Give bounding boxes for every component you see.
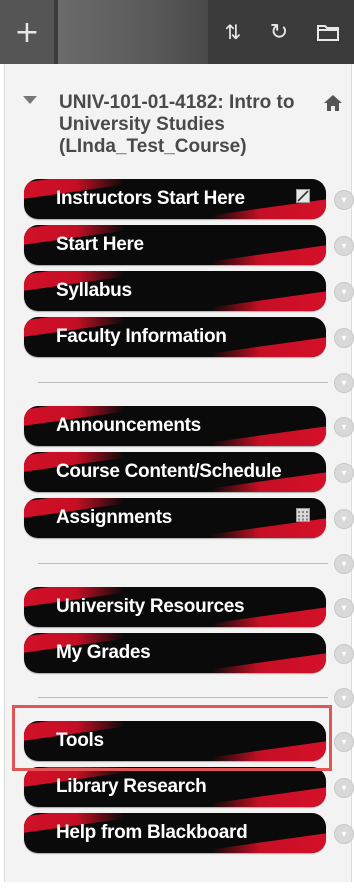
course-title: UNIV-101-01-4182: Intro to University St… [59,92,295,157]
home-icon[interactable] [323,94,343,112]
chevron-down-icon[interactable]: ▾ [334,778,354,798]
nav-item-start-here[interactable]: Start Here [24,225,326,265]
nav-item-label: Help from Blackboard [56,822,248,843]
sort-icon[interactable]: ⇅ [210,0,256,64]
chevron-down-icon[interactable]: ▾ [334,598,354,618]
nav-item-announcements[interactable]: Announcements [24,406,326,446]
nav-item-label: Faculty Information [56,326,227,347]
top-toolbar: + ⇅ ↻ [0,0,354,64]
nav-item-label: Assignments [56,507,173,528]
divider [38,697,328,698]
chevron-down-icon[interactable]: ▾ [334,236,354,256]
chevron-down-icon[interactable]: ▾ [334,417,354,437]
chevron-down-icon[interactable]: ▾ [334,824,354,844]
add-icon[interactable]: + [0,0,54,64]
nav-item-help-from-blackboard[interactable]: Help from Blackboard [24,813,326,853]
nav-item-label: University Resources [56,596,245,617]
divider [38,563,328,564]
nav-item-syllabus[interactable]: Syllabus [24,271,326,311]
folder-icon[interactable] [302,0,354,64]
nav-item-label: My Grades [56,642,151,663]
nav-item-label: Start Here [56,234,144,255]
nav-item-library-research[interactable]: Library Research [24,767,326,807]
collapse-arrow-icon[interactable] [23,96,37,104]
chevron-down-icon[interactable]: ▾ [334,282,354,302]
chevron-down-icon[interactable]: ▾ [334,328,354,348]
chevron-down-icon[interactable]: ▾ [334,644,354,664]
nav-item-course-content-schedule[interactable]: Course Content/Schedule [24,452,326,492]
nav-item-label: Instructors Start Here [56,188,245,209]
nav-item-label: Course Content/Schedule [56,461,282,482]
refresh-icon[interactable]: ↻ [256,0,302,64]
toolbar-spacer [58,0,208,64]
calendar-icon [296,508,310,522]
chevron-down-icon[interactable]: ▾ [334,509,354,529]
nav-item-university-resources[interactable]: University Resources [24,587,326,627]
nav-item-label: Announcements [56,415,201,436]
nav-item-assignments[interactable]: Assignments [24,498,326,538]
chevron-down-icon[interactable]: ▾ [334,732,354,752]
nav-item-label: Library Research [56,776,207,797]
divider [38,382,328,383]
nav-item-my-grades[interactable]: My Grades [24,633,326,673]
hidden-from-students-icon [296,189,310,203]
chevron-down-icon[interactable]: ▾ [334,688,354,708]
chevron-down-icon[interactable]: ▾ [334,554,354,574]
nav-item-label: Syllabus [56,280,132,301]
nav-item-instructors-start-here[interactable]: Instructors Start Here [24,179,326,219]
chevron-down-icon[interactable]: ▾ [334,463,354,483]
nav-item-label: Tools [56,730,104,751]
chevron-down-icon[interactable]: ▾ [334,373,354,393]
folder-icon-shape [317,25,339,41]
chevron-down-icon[interactable]: ▾ [334,190,354,210]
nav-item-faculty-information[interactable]: Faculty Information [24,317,326,357]
